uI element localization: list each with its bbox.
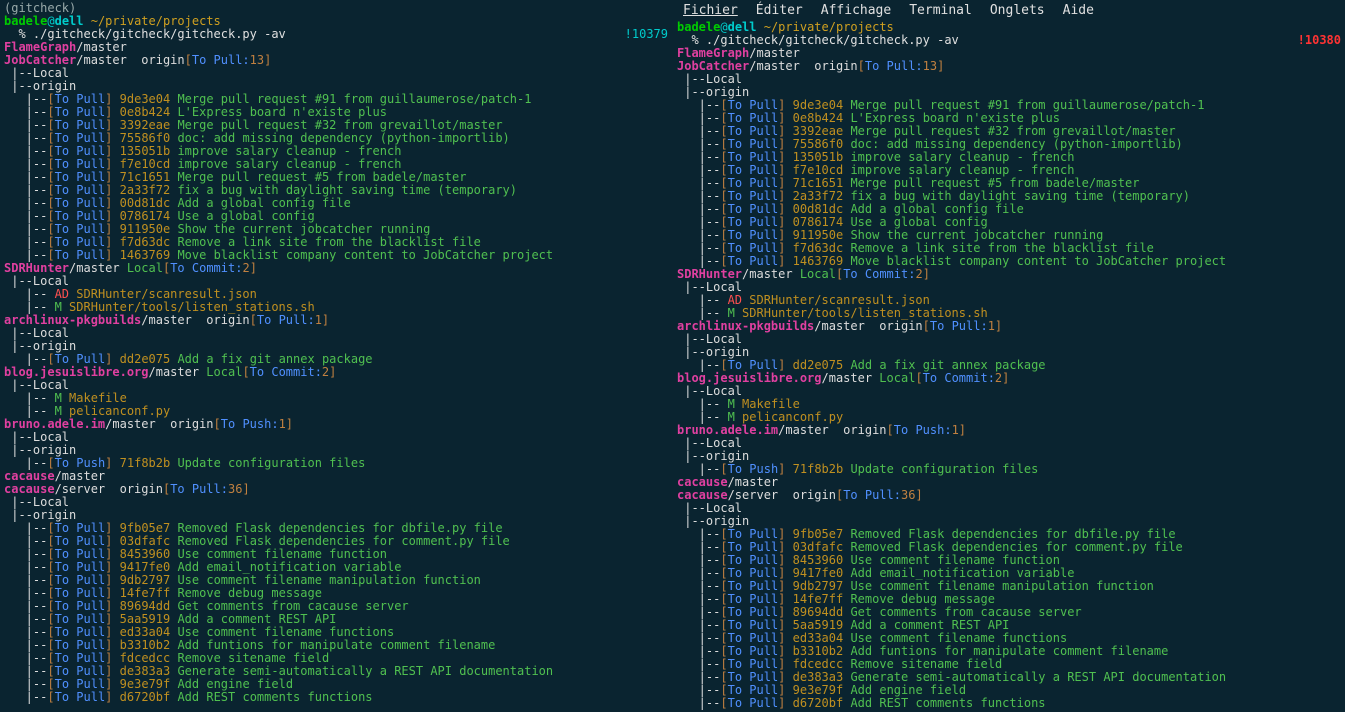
tree-local: |--Local: [4, 496, 668, 509]
menu-edit[interactable]: Éditer: [756, 4, 803, 17]
commit-line: |--[To Pull] d6720bf Add REST comments f…: [677, 697, 1341, 710]
history-number: !10379: [625, 28, 668, 41]
gitcheck-label: (gitcheck): [4, 1, 76, 15]
username: badele: [677, 20, 720, 34]
repo-header: bruno.adele.im/master origin[To Push:1]: [677, 424, 1341, 437]
repo-header: archlinux-pkgbuilds/master origin[To Pul…: [4, 314, 668, 327]
command-text: ./gitcheck/gitcheck/gitcheck.py -av: [706, 33, 959, 47]
terminal-pane-left[interactable]: (gitcheck) badele@dell ~/private/project…: [0, 0, 672, 712]
menubar: Fichier Éditer Affichage Terminal Onglet…: [677, 2, 1341, 21]
repo-header: archlinux-pkgbuilds/master origin[To Pul…: [677, 320, 1341, 333]
tree-local: |--Local: [677, 333, 1341, 346]
repo-header: bruno.adele.im/master origin[To Push:1]: [4, 418, 668, 431]
tree-local: |--Local: [677, 502, 1341, 515]
history-number: !10380: [1298, 34, 1341, 47]
repo-header: SDRHunter/master Local[To Commit:2]: [677, 268, 1341, 281]
menu-file[interactable]: Fichier: [683, 4, 738, 17]
hostname: dell: [728, 20, 757, 34]
command-text: ./gitcheck/gitcheck/gitcheck.py -av: [33, 27, 286, 41]
tree-local: |--Local: [4, 431, 668, 444]
repo-header: cacause/server origin[To Pull:36]: [677, 489, 1341, 502]
command-output: FlameGraph/masterJobCatcher/master origi…: [4, 41, 668, 704]
menu-help[interactable]: Aide: [1063, 4, 1094, 17]
repo-header: blog.jesuislibre.org/master Local[To Com…: [4, 366, 668, 379]
repo-header: SDRHunter/master Local[To Commit:2]: [4, 262, 668, 275]
tree-local: |--Local: [4, 327, 668, 340]
cwd-path: ~/private/projects: [757, 20, 894, 34]
repo-header: JobCatcher/master origin[To Pull:13]: [677, 60, 1341, 73]
repo-header: cacause/server origin[To Pull:36]: [4, 483, 668, 496]
cwd-path: ~/private/projects: [84, 14, 221, 28]
menu-tabs[interactable]: Onglets: [990, 4, 1045, 17]
terminal-pane-right[interactable]: Fichier Éditer Affichage Terminal Onglet…: [672, 0, 1345, 712]
repo-header: blog.jesuislibre.org/master Local[To Com…: [677, 372, 1341, 385]
tree-local: |--Local: [677, 437, 1341, 450]
menu-terminal[interactable]: Terminal: [909, 4, 972, 17]
tree-local: |--Local: [4, 67, 668, 80]
tree-local: |--Local: [677, 73, 1341, 86]
command-output: FlameGraph/masterJobCatcher/master origi…: [677, 47, 1341, 710]
hostname: dell: [55, 14, 84, 28]
username: badele: [4, 14, 47, 28]
commit-line: |--[To Pull] d6720bf Add REST comments f…: [4, 691, 668, 704]
repo-header: JobCatcher/master origin[To Pull:13]: [4, 54, 668, 67]
menu-view[interactable]: Affichage: [821, 4, 891, 17]
